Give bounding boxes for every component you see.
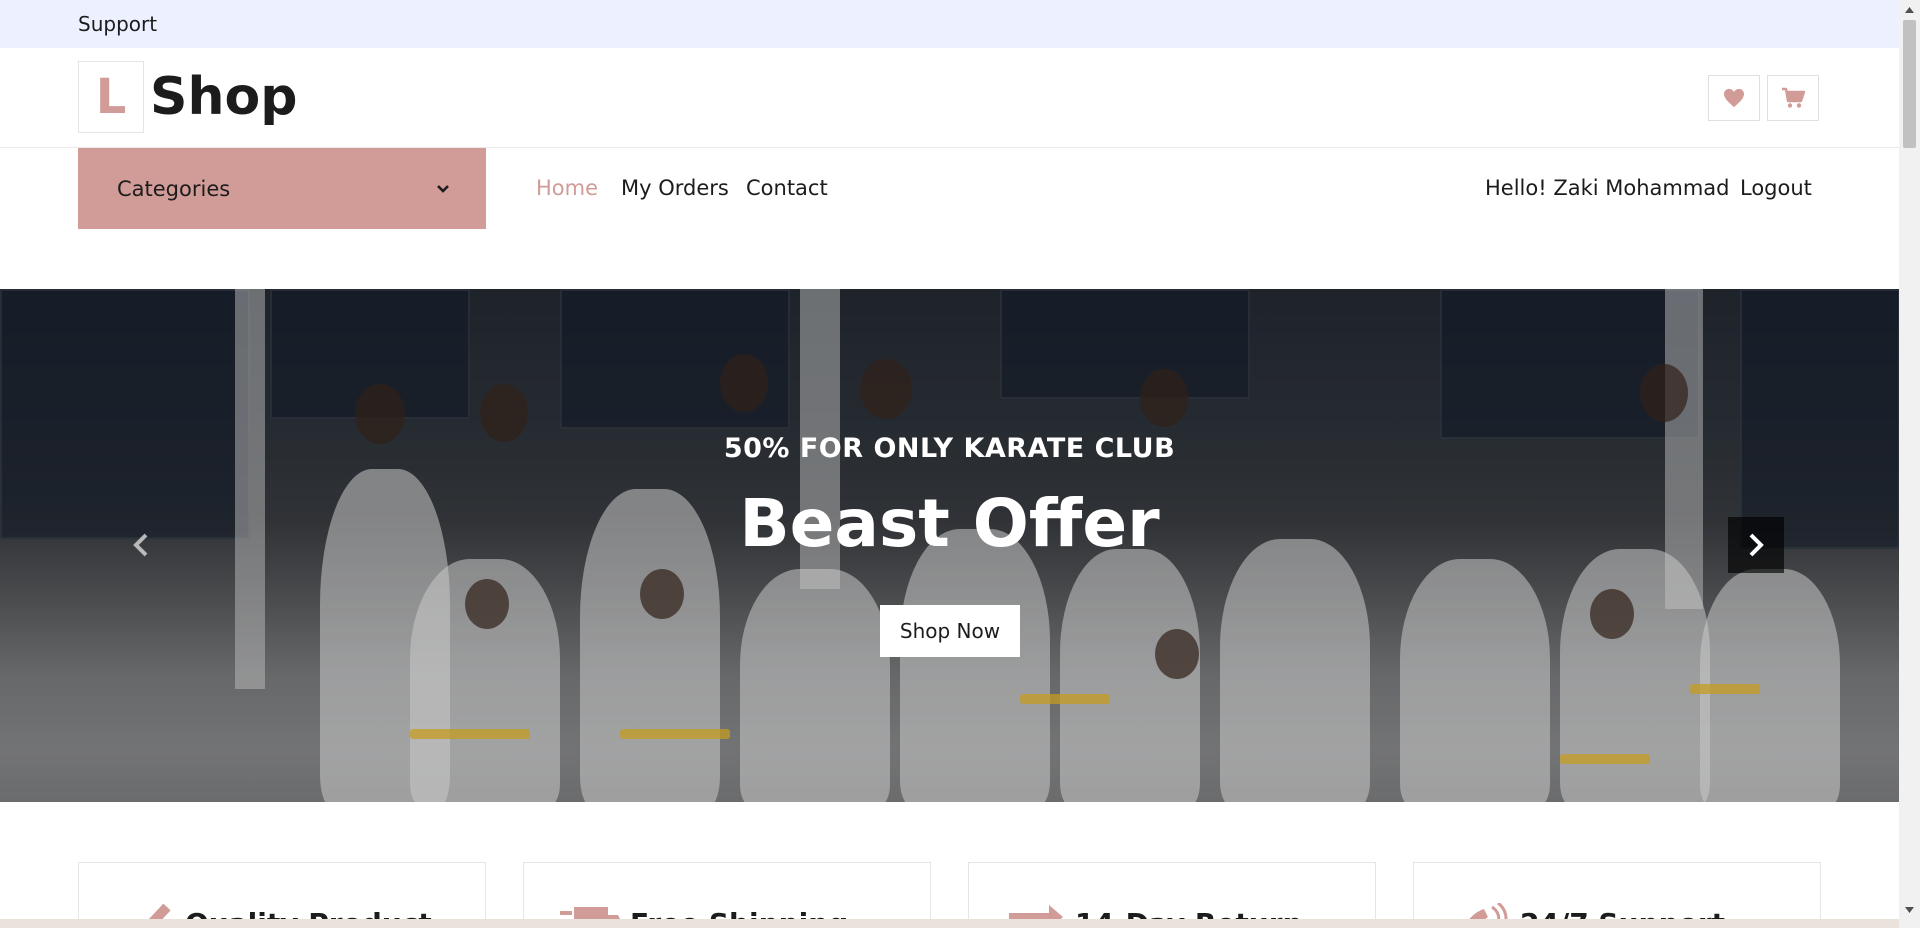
- cart-button[interactable]: [1767, 75, 1819, 121]
- header: L Shop: [0, 48, 1899, 148]
- hero-subtitle: 50% FOR ONLY KARATE CLUB: [723, 433, 1176, 464]
- logo[interactable]: L Shop: [78, 61, 297, 133]
- hero-title: Beast Offer: [739, 485, 1160, 562]
- chevron-left-icon: [133, 533, 148, 557]
- carousel-next-button[interactable]: [1728, 517, 1784, 573]
- carousel-prev-button[interactable]: [113, 517, 169, 573]
- logo-text: Shop: [150, 67, 298, 127]
- categories-dropdown[interactable]: Categories: [78, 148, 486, 229]
- chevron-right-icon: [1749, 533, 1764, 557]
- top-bar: Support: [0, 0, 1899, 48]
- logo-letter: L: [78, 61, 144, 133]
- wishlist-button[interactable]: [1708, 75, 1760, 121]
- logout-link[interactable]: Logout: [1740, 176, 1812, 200]
- shop-now-button[interactable]: Shop Now: [880, 605, 1020, 657]
- nav-home[interactable]: Home: [536, 176, 598, 200]
- scroll-down-icon[interactable]: [1899, 900, 1920, 920]
- scrollbar-thumb[interactable]: [1903, 20, 1916, 148]
- categories-label: Categories: [117, 176, 231, 201]
- support-link[interactable]: Support: [78, 12, 157, 36]
- page-scrollbar[interactable]: [1899, 0, 1920, 928]
- chevron-down-icon: [437, 184, 449, 193]
- hero-carousel: 50% FOR ONLY KARATE CLUB Beast Offer Sho…: [0, 289, 1899, 802]
- cart-icon: [1782, 87, 1805, 108]
- nav-contact[interactable]: Contact: [746, 176, 828, 200]
- scroll-up-icon[interactable]: [1899, 0, 1920, 20]
- bottom-strip: [0, 919, 1899, 928]
- user-greeting[interactable]: Hello! Zaki Mohammad: [1485, 176, 1730, 200]
- heart-icon: [1724, 88, 1744, 108]
- nav-my-orders[interactable]: My Orders: [621, 176, 729, 200]
